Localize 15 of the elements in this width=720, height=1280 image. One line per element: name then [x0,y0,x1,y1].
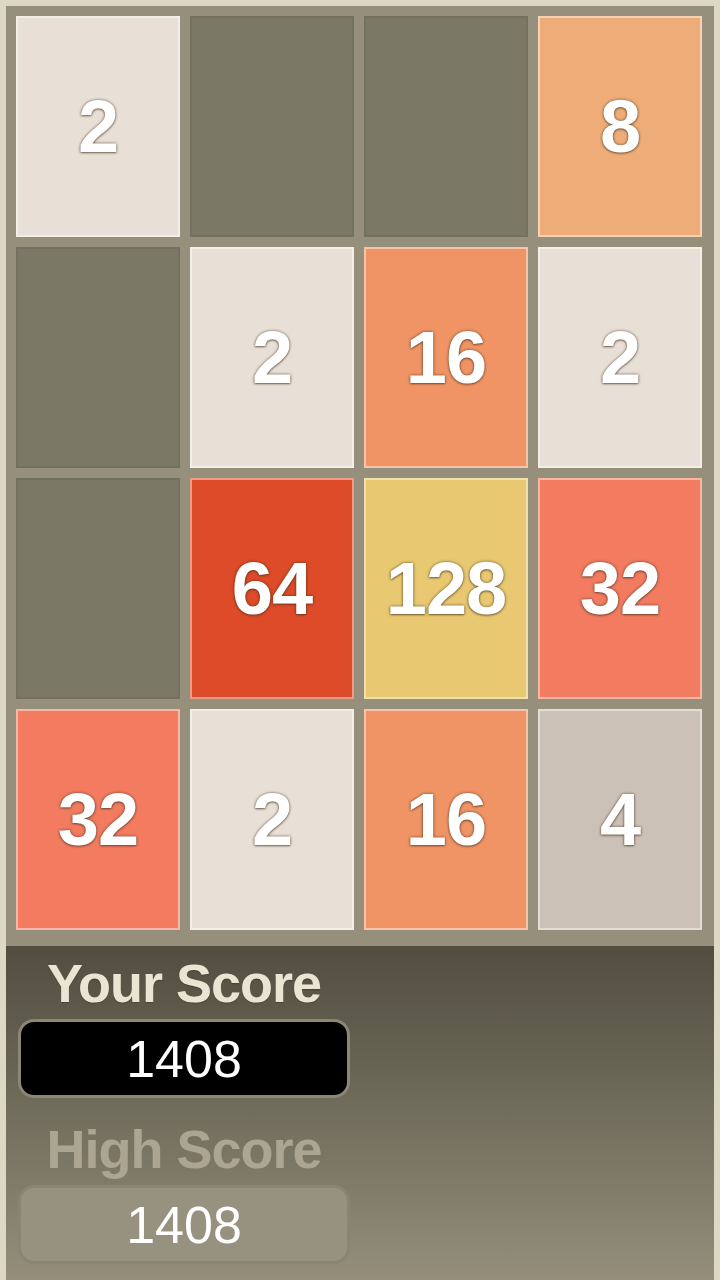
number-tile: 8 [538,16,702,237]
score-label: Your Score [46,952,322,1014]
number-tile: 32 [16,709,180,930]
score-value: 1408 [18,1019,350,1098]
number-tile: 2 [190,247,354,468]
number-tile: 64 [190,478,354,699]
score-value: 1408 [18,1185,350,1264]
number-tile: 16 [364,709,528,930]
number-tile: 128 [364,478,528,699]
number-tile: 2 [16,16,180,237]
number-tile: 2 [538,247,702,468]
number-tile: 32 [538,478,702,699]
number-tile: 2 [190,709,354,930]
number-tile: 4 [538,709,702,930]
number-tile: 16 [364,247,528,468]
